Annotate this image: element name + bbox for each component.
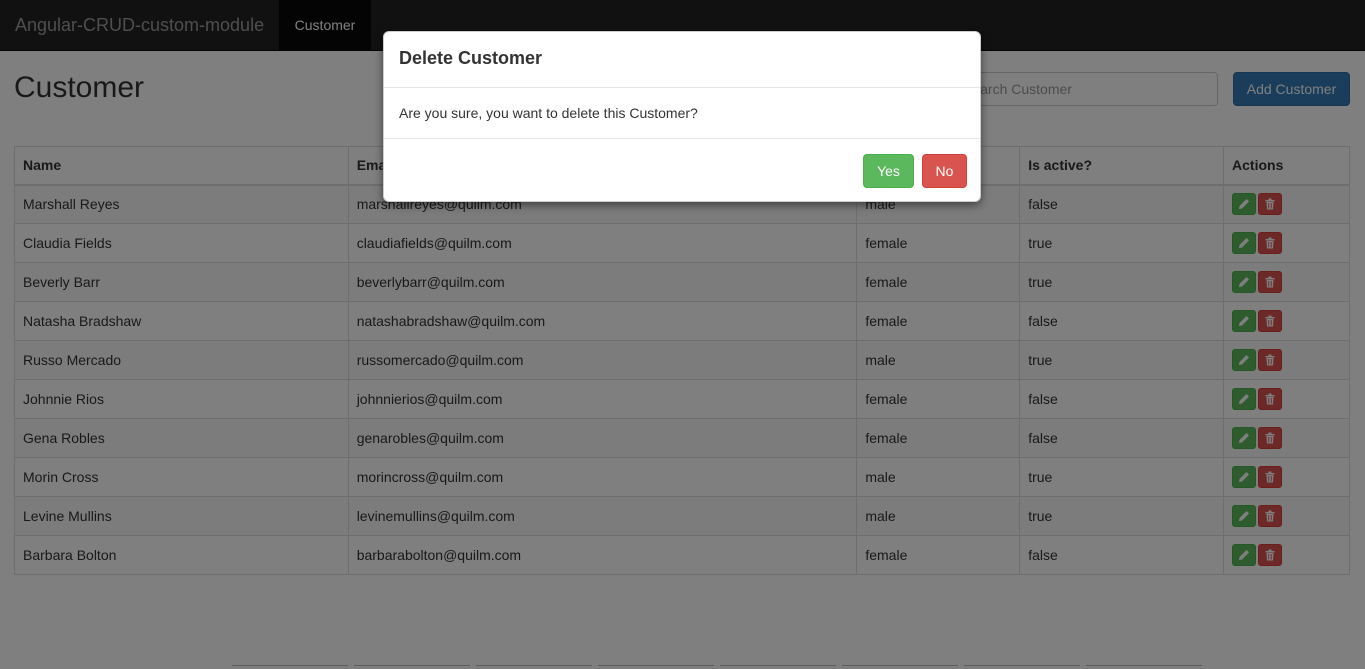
modal-title: Delete Customer (399, 48, 543, 68)
modal-header: Delete Customer (384, 32, 980, 88)
modal-body: Are you sure, you want to delete this Cu… (384, 88, 980, 139)
confirm-yes-button[interactable]: Yes (863, 154, 914, 188)
confirm-no-button[interactable]: No (922, 154, 967, 188)
modal-message: Are you sure, you want to delete this Cu… (399, 105, 698, 121)
delete-customer-modal: Delete Customer Are you sure, you want t… (383, 31, 981, 202)
modal-footer: Yes No (384, 139, 980, 201)
